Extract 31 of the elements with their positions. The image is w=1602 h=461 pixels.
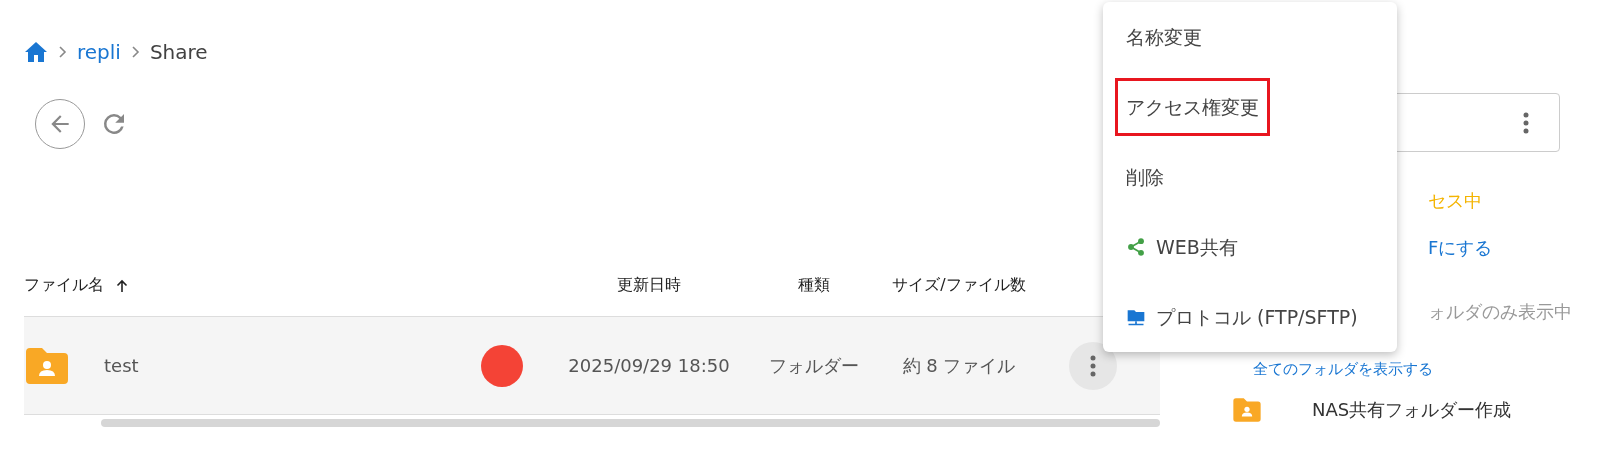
menu-item[interactable]: 名称変更: [1118, 2, 1210, 72]
file-name[interactable]: test: [104, 352, 139, 379]
menu-item[interactable]: プロトコル (FTP/SFTP): [1118, 282, 1366, 352]
network-folder-icon: [1126, 307, 1146, 327]
status-text: セス中: [1428, 189, 1482, 213]
share-icon: [1126, 237, 1146, 257]
more-button[interactable]: [1069, 341, 1117, 390]
back-button[interactable]: [35, 99, 85, 149]
table-cell: フォルダー: [769, 355, 859, 376]
horizontal-scrollbar[interactable]: [101, 419, 1160, 427]
breadcrumb-current: Share: [149, 39, 208, 66]
show-all-link[interactable]: 全てのフォルダを表示する: [1253, 357, 1433, 381]
column-header[interactable]: サイズ/ファイル数: [892, 275, 1026, 294]
chevron-icon: [130, 45, 140, 59]
create-folder-link[interactable]: NAS共有フォルダー作成: [1312, 396, 1512, 424]
chevron-icon: [58, 45, 67, 59]
table-cell: 約 8 ファイル: [902, 355, 1016, 376]
column-header[interactable]: 更新日時: [617, 275, 681, 294]
toggle-link[interactable]: Fにする: [1428, 236, 1493, 260]
table-cell: 2025/09/29 18:50: [568, 355, 730, 376]
menu-item[interactable]: WEB共有: [1118, 212, 1246, 282]
column-header[interactable]: ファイル名: [24, 275, 104, 294]
shared-folder-icon: [1232, 396, 1262, 423]
filter-status-text: ォルダのみ表示中: [1428, 300, 1572, 324]
breadcrumb-link[interactable]: repli: [77, 37, 121, 67]
more-icon[interactable]: [1523, 111, 1529, 134]
menu-item[interactable]: 削除: [1118, 142, 1172, 212]
column-header[interactable]: 種類: [798, 275, 830, 294]
menu-item[interactable]: アクセス権変更: [1118, 81, 1267, 133]
more-icon: [1090, 354, 1096, 377]
home-icon[interactable]: [24, 41, 48, 63]
